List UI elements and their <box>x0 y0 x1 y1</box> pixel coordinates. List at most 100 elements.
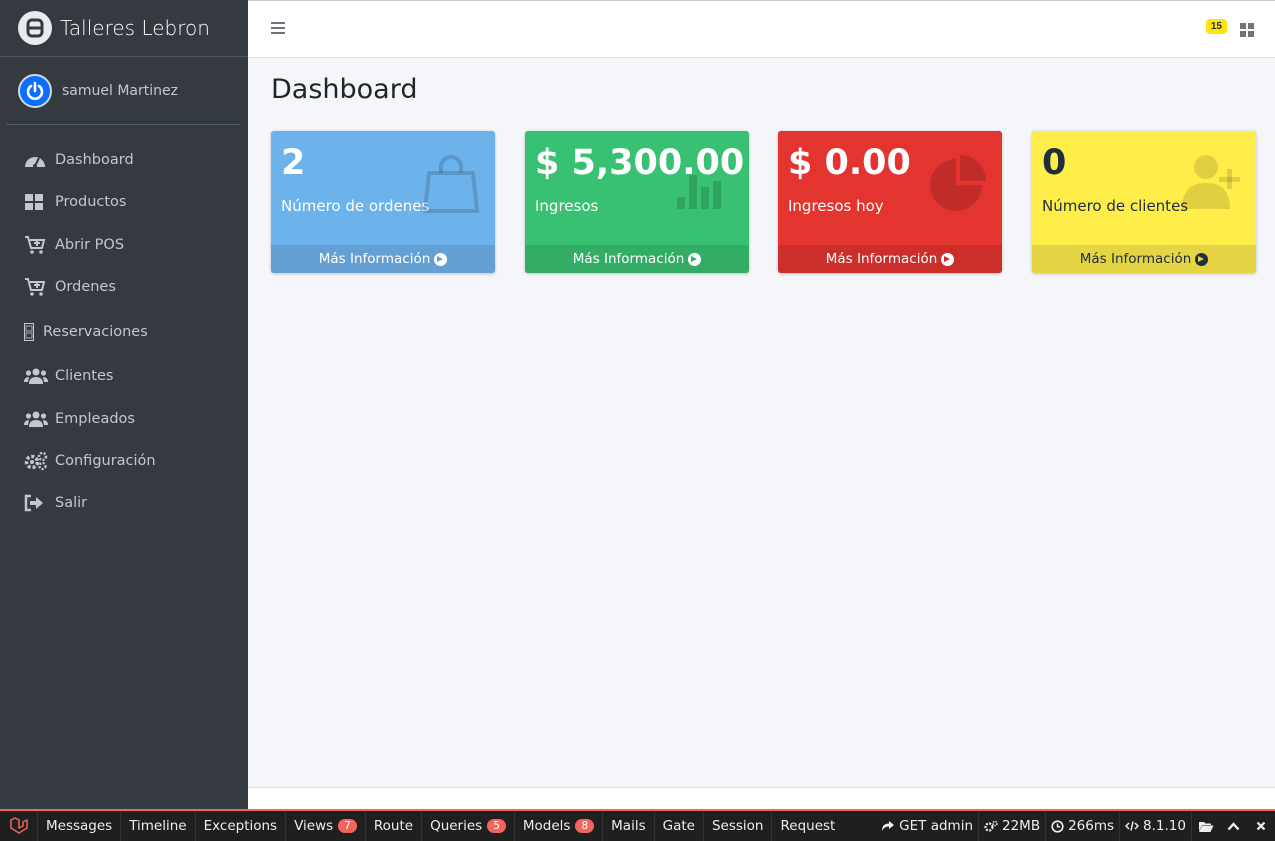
more-info-link[interactable]: Más Información <box>1032 245 1256 273</box>
sidebar-item-salir[interactable]: Salir <box>8 482 240 524</box>
debugbar-tab-queries[interactable]: Queries 5 <box>422 811 515 841</box>
apps-grid-icon[interactable] <box>1240 23 1254 37</box>
main-content: Dashboard 2 Número de ordenes Más Inform… <box>248 58 1275 787</box>
debugbar-tab-gate[interactable]: Gate <box>655 811 704 841</box>
tachometer-icon <box>24 150 48 170</box>
close-icon[interactable] <box>1247 811 1275 841</box>
sidebar-item-reservaciones[interactable]: Reservaciones <box>8 308 240 355</box>
tab-label: Models <box>522 818 571 834</box>
bar-chart-icon <box>673 151 737 220</box>
arrow-circle-right-icon <box>941 252 955 266</box>
card-value: 0 <box>1042 143 1067 183</box>
time-indicator[interactable]: 266ms <box>1045 811 1119 841</box>
count-badge: 7 <box>338 819 357 833</box>
more-info-link[interactable]: Más Información <box>525 245 749 273</box>
more-info-label: Más Información <box>1079 251 1192 267</box>
th-large-icon <box>24 192 48 212</box>
cogs-icon <box>24 451 48 471</box>
tab-label: Messages <box>46 818 113 834</box>
debugbar-tab-mails[interactable]: Mails <box>603 811 655 841</box>
memory-indicator[interactable]: 22MB <box>978 811 1045 841</box>
sidebar-item-configuracion[interactable]: Configuración <box>8 440 240 482</box>
brand-name: Talleres Lebron <box>60 16 210 40</box>
more-info-label: Más Información <box>572 251 685 267</box>
small-box-ingresos: $ 5,300.00 Ingresos Más Información <box>525 131 749 273</box>
pie-chart-icon <box>926 151 990 220</box>
small-box-ingresos-hoy: $ 0.00 Ingresos hoy Más Información <box>778 131 1002 273</box>
sidebar-item-dashboard[interactable]: Dashboard <box>8 139 240 181</box>
sidebar-item-label: Productos <box>55 194 127 211</box>
laravel-logo-icon[interactable] <box>0 811 38 841</box>
sidebar-item-label: Dashboard <box>55 152 134 169</box>
tab-label: Queries <box>430 818 483 834</box>
sidebar-item-label: Reservaciones <box>43 323 148 340</box>
cart-plus-icon <box>24 235 48 255</box>
sidebar-item-productos[interactable]: Productos <box>8 181 240 223</box>
sidebar-item-ordenes[interactable]: Ordenes <box>8 266 240 308</box>
page-title: Dashboard <box>271 74 418 105</box>
more-info-label: Más Información <box>825 251 938 267</box>
top-navbar: 15 <box>248 0 1275 58</box>
folder-open-icon[interactable] <box>1191 811 1219 841</box>
card-label: Ingresos <box>535 197 599 215</box>
sidebar-item-clientes[interactable]: Clientes <box>8 355 240 397</box>
sidebar: Talleres Lebron samuel Martinez Dashboar… <box>0 0 248 809</box>
shopping-bag-icon <box>419 151 483 220</box>
tab-label: Mails <box>611 818 646 834</box>
arrow-circle-right-icon <box>688 252 702 266</box>
user-panel[interactable]: samuel Martinez <box>6 57 240 125</box>
sidebar-item-label: Salir <box>55 495 88 512</box>
tab-label: Request <box>780 818 836 834</box>
debugbar-tab-route[interactable]: Route <box>366 811 423 841</box>
main-footer <box>248 787 1275 809</box>
avatar <box>18 73 52 108</box>
tab-label: Views <box>294 818 334 834</box>
arrow-circle-right-icon <box>1195 252 1209 266</box>
debugbar-tab-models[interactable]: Models 8 <box>515 811 604 841</box>
debugbar: Messages Timeline Exceptions Views 7 Rout… <box>0 809 1275 841</box>
card-label: Número de ordenes <box>281 197 430 215</box>
sidebar-nav: Dashboard Productos Abrir POS Ordenes Re… <box>0 139 248 524</box>
card-label: Número de clientes <box>1042 197 1189 215</box>
users-icon <box>24 366 48 386</box>
user-name: samuel Martinez <box>62 82 178 99</box>
cogs-icon <box>984 820 998 832</box>
debugbar-tab-timeline[interactable]: Timeline <box>121 811 196 841</box>
brand-link[interactable]: Talleres Lebron <box>0 0 248 57</box>
more-info-label: Más Información <box>318 251 431 267</box>
time-label: 266ms <box>1068 818 1115 834</box>
small-box-clientes: 0 Número de clientes Más Información <box>1032 131 1256 273</box>
small-box-ordenes: 2 Número de ordenes Más Información <box>271 131 495 273</box>
share-icon <box>882 821 895 831</box>
code-icon <box>1125 821 1140 831</box>
count-badge: 5 <box>487 819 506 833</box>
debugbar-tab-exceptions[interactable]: Exceptions <box>196 811 287 841</box>
notification-badge[interactable]: 15 <box>1205 19 1227 34</box>
power-icon <box>26 81 44 100</box>
card-value: $ 0.00 <box>788 143 911 183</box>
menu-toggle-icon[interactable] <box>271 22 285 34</box>
version-label: 8.1.10 <box>1143 818 1186 834</box>
cart-plus-icon <box>24 277 48 297</box>
request-label: GET admin <box>899 818 973 834</box>
brand-logo-icon <box>18 11 52 45</box>
arrow-circle-right-icon <box>434 252 448 266</box>
tab-label: Route <box>373 818 414 834</box>
sidebar-item-abrir-pos[interactable]: Abrir POS <box>8 224 240 266</box>
debugbar-tab-views[interactable]: Views 7 <box>286 811 366 841</box>
tab-label: Timeline <box>129 818 187 834</box>
user-plus-icon <box>1178 151 1244 220</box>
debugbar-tab-request[interactable]: Request <box>772 811 843 841</box>
debugbar-tab-messages[interactable]: Messages <box>38 811 122 841</box>
debugbar-tab-session[interactable]: Session <box>704 811 773 841</box>
more-info-link[interactable]: Más Información <box>778 245 1002 273</box>
php-version-indicator[interactable]: 8.1.10 <box>1119 811 1191 841</box>
more-info-link[interactable]: Más Información <box>271 245 495 273</box>
tab-label: Gate <box>662 818 695 834</box>
chevron-up-icon[interactable] <box>1219 811 1247 841</box>
sidebar-item-empleados[interactable]: Empleados <box>8 397 240 439</box>
sign-out-icon <box>24 493 48 513</box>
request-indicator[interactable]: GET admin <box>876 811 978 841</box>
card-label: Ingresos hoy <box>788 197 884 215</box>
debugbar-indicators: GET admin 22MB 266ms 8.1.10 <box>876 811 1275 841</box>
